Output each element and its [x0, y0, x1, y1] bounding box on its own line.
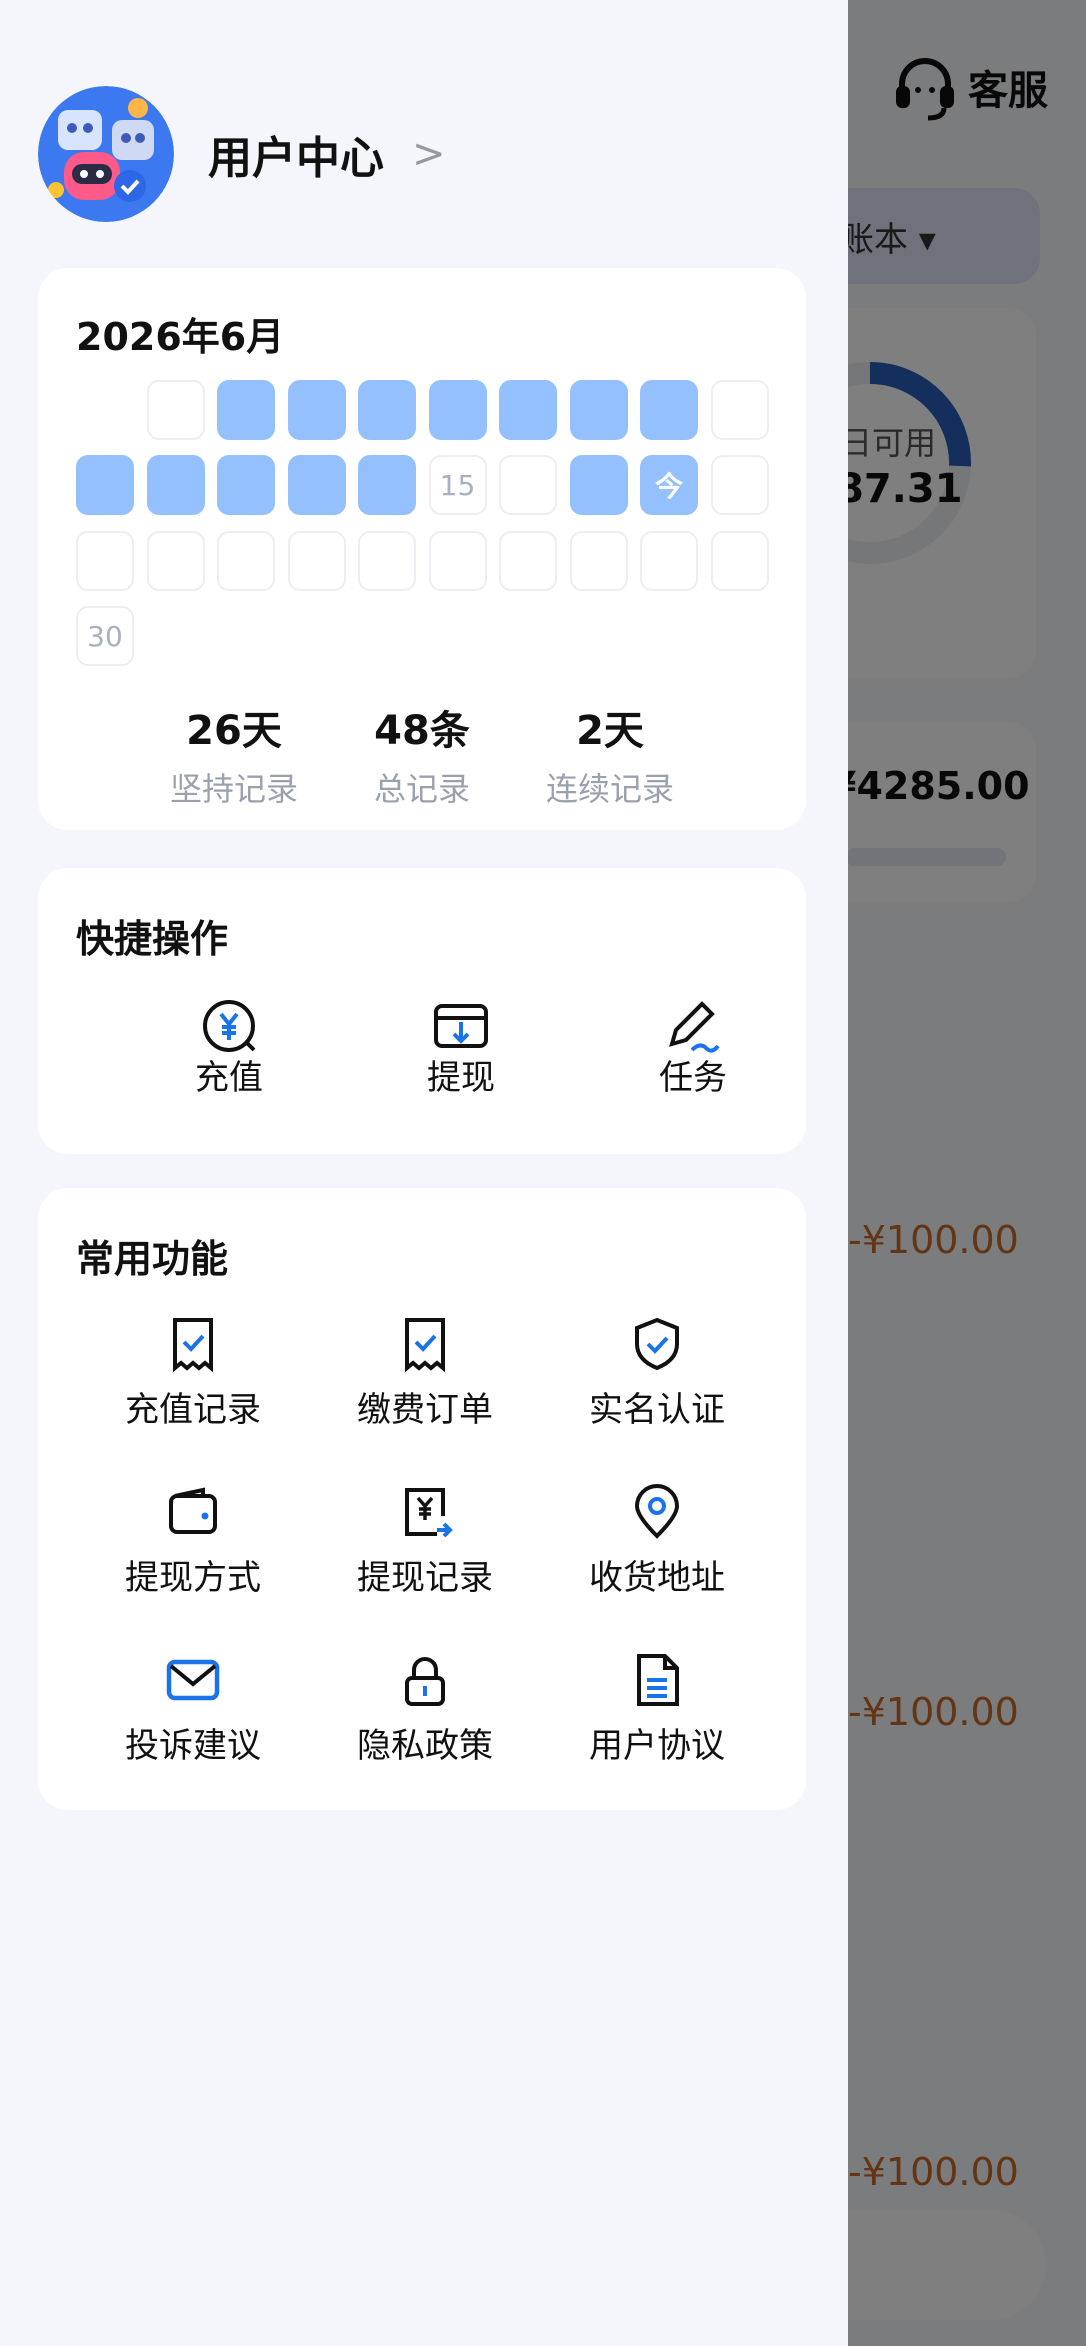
privacy-policy-button[interactable]: 隐私政策 — [330, 1652, 520, 1767]
calendar-day[interactable] — [569, 530, 628, 591]
calendar-day[interactable] — [640, 380, 698, 440]
payment-orders-label: 缴费订单 — [357, 1390, 493, 1430]
receipt-check-icon — [173, 1318, 213, 1372]
chevron-right-icon: > — [412, 131, 446, 177]
calendar-day[interactable] — [358, 380, 416, 440]
wallet-icon — [169, 1487, 217, 1534]
shipping-address-button[interactable]: 收货地址 — [562, 1484, 752, 1599]
common-functions-title: 常用功能 — [76, 1237, 229, 1281]
calendar-month-title: 2026年6月 — [76, 315, 285, 359]
calendar-day[interactable] — [428, 530, 487, 591]
withdraw-methods-button[interactable]: 提现方式 — [98, 1484, 288, 1599]
stat-label: 连续记录 — [545, 770, 674, 808]
checkin-calendar-card: 2026年6月 15 今 30 26天 坚持记录 48条 总记录 2天 连续记录 — [38, 268, 806, 830]
calendar-day[interactable] — [287, 530, 346, 591]
stat-value: 2天 — [576, 708, 644, 754]
calendar-day[interactable] — [358, 530, 416, 591]
user-agreement-button[interactable]: 用户协议 — [562, 1652, 752, 1767]
calendar-day-today[interactable]: 今 — [640, 455, 698, 516]
user-agreement-label: 用户协议 — [589, 1726, 725, 1766]
stat-value: 48条 — [374, 708, 470, 754]
yen-document-icon — [405, 1488, 453, 1538]
shipping-address-label: 收货地址 — [589, 1558, 725, 1598]
recharge-records-button[interactable]: 充值记录 — [98, 1316, 288, 1431]
calendar-day[interactable] — [217, 380, 275, 440]
calendar-day[interactable] — [640, 530, 698, 591]
lock-icon — [405, 1657, 445, 1706]
calendar-day[interactable]: 15 — [428, 455, 487, 516]
calendar-day[interactable]: 30 — [76, 606, 134, 667]
withdraw-methods-label: 提现方式 — [125, 1558, 261, 1598]
calendar-day[interactable] — [76, 530, 134, 591]
recharge-label: 充值 — [195, 1058, 263, 1098]
complaints-button[interactable]: 投诉建议 — [98, 1652, 288, 1767]
shield-check-icon — [635, 1317, 679, 1371]
calendar-day[interactable] — [499, 530, 557, 591]
calendar-day[interactable] — [569, 380, 628, 440]
receipt-check-icon — [405, 1318, 445, 1372]
calendar-day[interactable] — [569, 455, 628, 516]
calendar-day[interactable] — [358, 455, 416, 516]
calendar-day[interactable] — [499, 380, 557, 440]
stat-streak: 2天 连续记录 — [510, 698, 710, 810]
task-button[interactable]: 任务 — [618, 998, 768, 1099]
recharge-button[interactable]: 充值 — [154, 998, 304, 1099]
calendar-day[interactable] — [76, 455, 134, 516]
quick-operations-title: 快捷操作 — [76, 917, 229, 961]
calendar-day[interactable] — [146, 455, 205, 516]
stat-label: 坚持记录 — [169, 770, 298, 808]
calendar-day[interactable] — [499, 455, 557, 516]
calendar-day[interactable] — [146, 380, 205, 440]
stat-total: 48条 总记录 — [322, 698, 522, 810]
user-center-label: 用户中心 — [208, 133, 384, 184]
mail-icon — [166, 1659, 220, 1701]
privacy-policy-label: 隐私政策 — [357, 1726, 493, 1766]
user-center-entry[interactable]: 用户中心 > — [38, 86, 446, 222]
calendar-day[interactable] — [287, 380, 346, 440]
withdraw-records-button[interactable]: 提现记录 — [330, 1484, 520, 1599]
stat-value: 26天 — [186, 708, 282, 754]
payment-orders-button[interactable]: 缴费订单 — [330, 1316, 520, 1431]
common-functions-card: 常用功能 充值记录 缴费订单 实名认证 提现方式 提现记录 收货地址 投诉建议 … — [38, 1188, 806, 1810]
quick-operations-card: 快捷操作 充值 提现 任务 — [38, 868, 806, 1154]
avatar — [38, 86, 174, 222]
recharge-records-label: 充值记录 — [125, 1390, 261, 1430]
calendar-day[interactable] — [710, 380, 769, 440]
stat-label: 总记录 — [373, 770, 470, 808]
calendar-day[interactable] — [710, 455, 769, 516]
withdraw-button[interactable]: 提现 — [386, 998, 536, 1099]
calendar-day[interactable] — [217, 530, 275, 591]
location-pin-icon — [634, 1484, 680, 1539]
task-label: 任务 — [659, 1058, 727, 1098]
calendar-day[interactable] — [287, 455, 346, 516]
withdraw-label: 提现 — [427, 1058, 495, 1098]
withdraw-records-label: 提现记录 — [357, 1558, 493, 1598]
task-pen-icon — [669, 1001, 720, 1053]
stat-persist: 26天 坚持记录 — [134, 698, 334, 810]
real-name-auth-label: 实名认证 — [589, 1390, 725, 1430]
withdraw-icon — [434, 1004, 488, 1048]
calendar-day[interactable] — [428, 380, 487, 440]
real-name-auth-button[interactable]: 实名认证 — [562, 1316, 752, 1431]
avatar-robots-icon — [38, 86, 174, 222]
recharge-icon — [203, 1000, 256, 1052]
calendar-day[interactable] — [146, 530, 205, 591]
calendar-day[interactable] — [217, 455, 275, 516]
calendar-day[interactable] — [710, 530, 769, 591]
side-drawer: 用户中心 > 2026年6月 15 今 30 26天 坚持记录 48条 总记录 2天… — [0, 0, 848, 2346]
complaints-label: 投诉建议 — [125, 1726, 261, 1766]
document-icon — [637, 1654, 679, 1706]
